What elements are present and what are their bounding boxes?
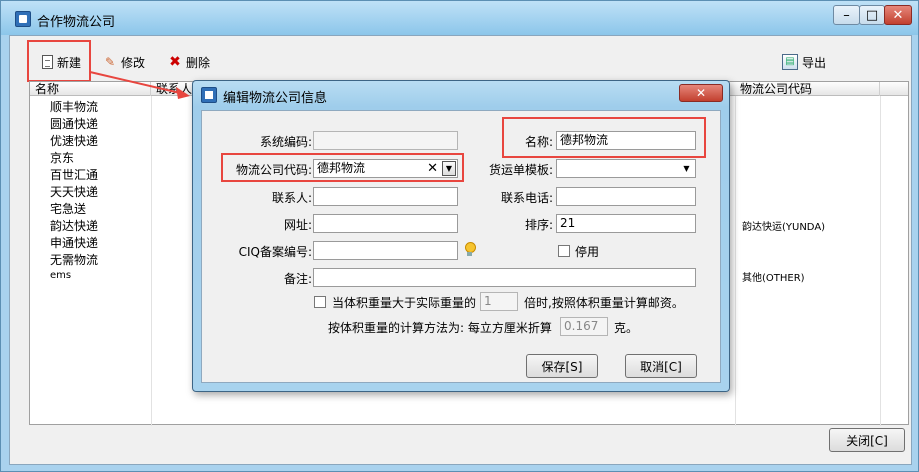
row-code: 韵达快运(YUNDA) xyxy=(742,222,826,233)
delete-icon: ✖ xyxy=(169,54,181,70)
sort-field[interactable]: 21 xyxy=(556,214,696,233)
row-name: 京东 xyxy=(50,151,75,165)
calc-method-prefix: 按体积重量的计算方法为: 每立方厘米折算 xyxy=(328,321,552,335)
volume-weight-prefix: 当体积重量大于实际重量的 xyxy=(332,296,477,310)
close-window-button[interactable]: 关闭[C] xyxy=(829,428,905,452)
volume-weight-suffix: 倍时,按照体积重量计算邮资。 xyxy=(524,296,684,310)
disable-checkbox[interactable] xyxy=(558,245,570,257)
delete-button-label: 删除 xyxy=(186,55,211,70)
minimize-icon: – xyxy=(843,7,850,23)
app-icon xyxy=(15,11,31,27)
row-name: 圆通快递 xyxy=(50,117,99,131)
row-name: ems xyxy=(50,270,72,281)
remark-field[interactable] xyxy=(313,268,696,287)
website-field[interactable] xyxy=(313,214,458,233)
waybill-template-label: 货运单模板: xyxy=(488,163,553,177)
row-name: 天天快递 xyxy=(50,185,99,199)
disable-label: 停用 xyxy=(575,245,600,259)
edit-button[interactable]: ✎ 修改 xyxy=(103,52,145,72)
export-icon: ▤ xyxy=(782,54,798,70)
system-code-field[interactable] xyxy=(313,131,458,150)
lightbulb-icon[interactable] xyxy=(464,242,476,256)
dialog-close-button[interactable]: ✕ xyxy=(679,84,723,102)
export-button-label: 导出 xyxy=(802,55,827,70)
window-close-button[interactable]: ✕ xyxy=(884,5,912,25)
edit-logistics-dialog: 编辑物流公司信息 ✕ 系统编码: 名称: 德邦物流 物流公司代码: 德邦物流 ✕… xyxy=(192,80,730,392)
row-name: 百世汇通 xyxy=(50,168,99,182)
ciq-field[interactable] xyxy=(313,241,458,260)
calc-method-suffix: 克。 xyxy=(614,321,639,335)
delete-button[interactable]: ✖ 删除 xyxy=(168,52,210,72)
per-cm3-field[interactable]: 0.167 xyxy=(560,317,608,336)
phone-label: 联系电话: xyxy=(500,191,553,205)
remark-label: 备注: xyxy=(283,272,312,286)
window-title: 合作物流公司 xyxy=(37,15,116,30)
system-code-label: 系统编码: xyxy=(259,135,312,149)
ciq-label: CIQ备案编号: xyxy=(238,245,312,259)
dialog-icon xyxy=(201,87,217,103)
logistics-code-highlight xyxy=(221,153,464,182)
title-bar: 合作物流公司 – □ ✕ xyxy=(1,1,918,35)
new-button-highlight xyxy=(27,40,91,82)
row-name: 无需物流 xyxy=(50,253,99,267)
chevron-down-icon: ▼ xyxy=(683,164,690,173)
export-button[interactable]: ▤ 导出 xyxy=(782,52,826,72)
cancel-button[interactable]: 取消[C] xyxy=(625,354,697,378)
edit-button-label: 修改 xyxy=(121,55,146,70)
volume-weight-checkbox[interactable] xyxy=(314,296,326,308)
waybill-template-select[interactable]: ▼ xyxy=(556,159,696,178)
row-code: 其他(OTHER) xyxy=(742,273,805,284)
save-button[interactable]: 保存[S] xyxy=(526,354,598,378)
contact-field[interactable] xyxy=(313,187,458,206)
row-name: 申通快递 xyxy=(50,236,99,250)
maximize-button[interactable]: □ xyxy=(859,5,885,25)
row-name: 优速快递 xyxy=(50,134,99,148)
column-header-code[interactable]: 物流公司代码 xyxy=(735,82,880,96)
column-header-name[interactable]: 名称 xyxy=(30,82,151,96)
close-icon: ✕ xyxy=(695,86,707,100)
row-name: 宅急送 xyxy=(50,202,87,216)
contact-label: 联系人: xyxy=(271,191,312,205)
maximize-icon: □ xyxy=(865,7,879,23)
row-name: 顺丰物流 xyxy=(50,100,99,114)
sort-label: 排序: xyxy=(524,218,553,232)
phone-field[interactable] xyxy=(556,187,696,206)
volume-multiple-field[interactable]: 1 xyxy=(480,292,518,311)
name-highlight xyxy=(502,117,706,158)
dialog-body: 系统编码: 名称: 德邦物流 物流公司代码: 德邦物流 ✕ ▼ 货运单模板: ▼… xyxy=(201,110,721,383)
minimize-button[interactable]: – xyxy=(833,5,860,25)
dialog-title: 编辑物流公司信息 xyxy=(223,91,328,106)
row-name: 韵达快递 xyxy=(50,219,99,233)
pencil-icon: ✎ xyxy=(104,55,116,69)
website-label: 网址: xyxy=(283,218,312,232)
close-icon: ✕ xyxy=(892,7,904,23)
